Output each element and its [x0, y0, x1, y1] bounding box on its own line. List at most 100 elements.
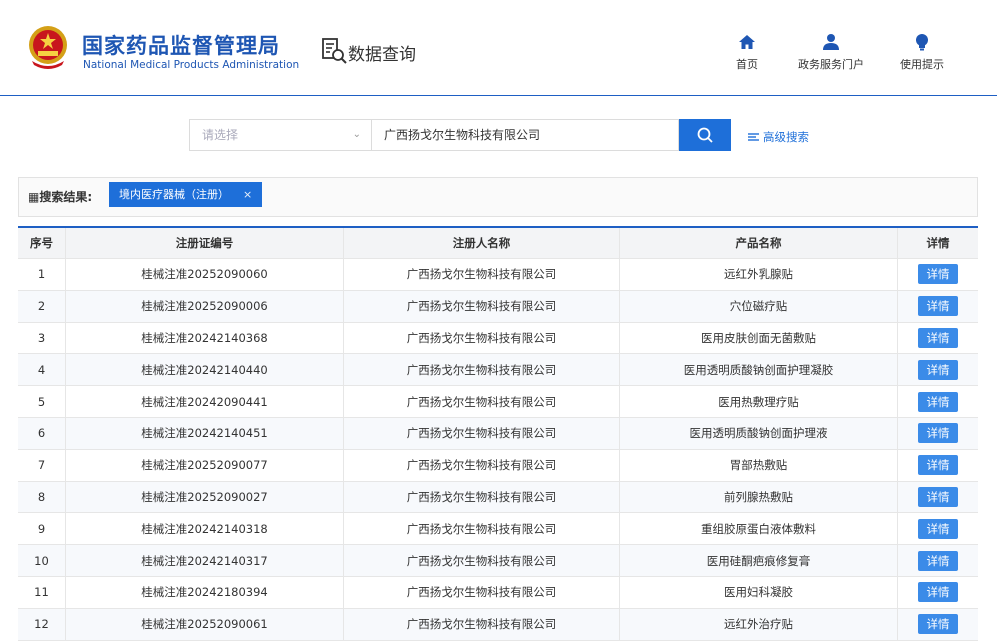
detail-button[interactable]: 详情 — [918, 296, 958, 317]
cell-product: 远红外乳腺贴 — [620, 259, 898, 290]
nav-gov-portal[interactable]: 政务服务门户 — [798, 32, 864, 72]
category-select-placeholder: 请选择 — [202, 128, 239, 142]
detail-button[interactable]: 详情 — [918, 359, 958, 380]
user-icon — [821, 32, 841, 52]
detail-button[interactable]: 详情 — [918, 327, 958, 348]
cell-cert: 桂械注准20242090441 — [66, 386, 344, 417]
cell-registrant: 广西扬戈尔生物科技有限公司 — [344, 290, 620, 322]
cell-product: 前列腺热敷贴 — [620, 481, 898, 513]
filter-list-icon — [748, 133, 759, 141]
cell-product: 医用妇科凝胶 — [620, 576, 898, 608]
detail-button[interactable]: 详情 — [918, 264, 958, 285]
table-row: 5 桂械注准20242090441 广西扬戈尔生物科技有限公司 医用热敷理疗贴 详情 — [18, 386, 978, 418]
cell-detail: 详情 — [898, 577, 978, 608]
cell-registrant: 广西扬戈尔生物科技有限公司 — [344, 608, 620, 640]
search-icon — [697, 127, 713, 143]
detail-button[interactable]: 详情 — [918, 614, 958, 635]
results-table: 序号 注册证编号 注册人名称 产品名称 详情 1 桂械注准20252090060 广… — [18, 226, 978, 641]
cell-registrant: 广西扬戈尔生物科技有限公司 — [344, 449, 620, 481]
cell-cert: 桂械注准20252090060 — [66, 259, 344, 290]
table-row: 1 桂械注准20252090060 广西扬戈尔生物科技有限公司 远红外乳腺贴 详情 — [18, 259, 978, 291]
cell-no: 1 — [18, 259, 66, 290]
close-icon[interactable]: × — [243, 188, 252, 201]
advanced-search-link[interactable]: 高级搜索 — [748, 129, 809, 145]
cell-cert: 桂械注准20252090077 — [66, 449, 344, 481]
cell-detail: 详情 — [898, 545, 978, 576]
search-button[interactable] — [679, 119, 731, 151]
detail-button[interactable]: 详情 — [918, 486, 958, 507]
table-row: 12 桂械注准20252090061 广西扬戈尔生物科技有限公司 远红外治疗贴 详情 — [18, 608, 978, 641]
org-name-en[interactable]: National Medical Products Administration — [83, 59, 299, 71]
cell-product: 医用透明质酸钠创面护理凝胶 — [620, 354, 898, 386]
cell-product: 医用透明质酸钠创面护理液 — [620, 417, 898, 449]
table-header: 序号 注册证编号 注册人名称 产品名称 详情 — [18, 228, 978, 259]
cell-cert: 桂械注准20242180394 — [66, 576, 344, 608]
cell-detail: 详情 — [898, 418, 978, 449]
site-header: 国家药品监督管理局 National Medical Products Admi… — [0, 0, 997, 96]
cell-detail: 详情 — [898, 323, 978, 354]
cell-registrant: 广西扬戈尔生物科技有限公司 — [344, 259, 620, 290]
cell-cert: 桂械注准20242140451 — [66, 417, 344, 449]
filter-chip[interactable]: 境内医疗器械（注册） × — [109, 182, 263, 207]
cell-cert: 桂械注准20242140368 — [66, 322, 344, 354]
cell-no: 9 — [18, 513, 66, 545]
lightbulb-icon — [912, 32, 932, 52]
table-row: 6 桂械注准20242140451 广西扬戈尔生物科技有限公司 医用透明质酸钠创面护理… — [18, 417, 978, 450]
cell-no: 7 — [18, 449, 66, 481]
col-header-product: 产品名称 — [620, 228, 898, 258]
cell-no: 10 — [18, 545, 66, 576]
cell-registrant: 广西扬戈尔生物科技有限公司 — [344, 417, 620, 449]
cell-no: 12 — [18, 608, 66, 640]
advanced-search-label: 高级搜索 — [763, 130, 809, 144]
chevron-down-icon: ⌄ — [352, 129, 361, 140]
cell-no: 6 — [18, 417, 66, 449]
cell-no: 2 — [18, 290, 66, 322]
section-title: 数据查询 — [348, 45, 416, 65]
search-input[interactable]: 广西扬戈尔生物科技有限公司 — [371, 119, 679, 151]
nav-usage-tips-label: 使用提示 — [900, 58, 944, 71]
nav-gov-portal-label: 政务服务门户 — [798, 58, 864, 71]
cell-cert: 桂械注准20252090006 — [66, 290, 344, 322]
cell-no: 5 — [18, 386, 66, 417]
cell-registrant: 广西扬戈尔生物科技有限公司 — [344, 576, 620, 608]
cell-detail: 详情 — [898, 450, 978, 481]
cell-cert: 桂械注准20242140317 — [66, 545, 344, 576]
cell-detail: 详情 — [898, 354, 978, 385]
cell-detail: 详情 — [898, 291, 978, 322]
cell-cert: 桂械注准20252090027 — [66, 481, 344, 513]
cell-product: 医用热敷理疗贴 — [620, 386, 898, 417]
table-row: 4 桂械注准20242140440 广西扬戈尔生物科技有限公司 医用透明质酸钠创面护理… — [18, 354, 978, 387]
cell-detail: 详情 — [898, 386, 978, 417]
cell-product: 穴位磁疗贴 — [620, 290, 898, 322]
detail-button[interactable]: 详情 — [918, 423, 958, 444]
detail-button[interactable]: 详情 — [918, 455, 958, 476]
cell-registrant: 广西扬戈尔生物科技有限公司 — [344, 386, 620, 417]
cell-cert: 桂械注准20252090061 — [66, 608, 344, 640]
nav-home-label: 首页 — [736, 58, 758, 71]
cell-cert: 桂械注准20242140318 — [66, 513, 344, 545]
table-row: 9 桂械注准20242140318 广西扬戈尔生物科技有限公司 重组胶原蛋白液体敷料详… — [18, 513, 978, 546]
table-row: 7 桂械注准20252090077 广西扬戈尔生物科技有限公司 胃部热敷贴 详情 — [18, 449, 978, 482]
detail-button[interactable]: 详情 — [918, 391, 958, 412]
cell-detail: 详情 — [898, 259, 978, 290]
cell-no: 8 — [18, 481, 66, 513]
cell-no: 11 — [18, 576, 66, 608]
col-header-no: 序号 — [18, 228, 66, 258]
national-emblem-icon[interactable] — [26, 25, 70, 71]
table-row: 8 桂械注准20252090027 广西扬戈尔生物科技有限公司 前列腺热敷贴 详情 — [18, 481, 978, 514]
detail-button[interactable]: 详情 — [918, 518, 958, 539]
data-query-icon — [322, 38, 347, 64]
detail-button[interactable]: 详情 — [918, 582, 958, 603]
col-header-detail: 详情 — [926, 236, 950, 250]
nav-home[interactable]: 首页 — [736, 32, 758, 72]
detail-button[interactable]: 详情 — [918, 550, 958, 571]
home-icon — [737, 32, 757, 52]
table-row: 10 桂械注准20242140317 广西扬戈尔生物科技有限公司 医用硅酮疤痕修复膏详… — [18, 545, 978, 577]
nav-usage-tips[interactable]: 使用提示 — [900, 32, 944, 72]
cell-product: 重组胶原蛋白液体敷料 — [620, 513, 898, 545]
cell-no: 3 — [18, 322, 66, 354]
cell-registrant: 广西扬戈尔生物科技有限公司 — [344, 545, 620, 576]
cell-detail: 详情 — [898, 482, 978, 513]
org-name-cn[interactable]: 国家药品监督管理局 — [82, 30, 280, 60]
category-select[interactable]: 请选择 ⌄ — [189, 119, 371, 151]
